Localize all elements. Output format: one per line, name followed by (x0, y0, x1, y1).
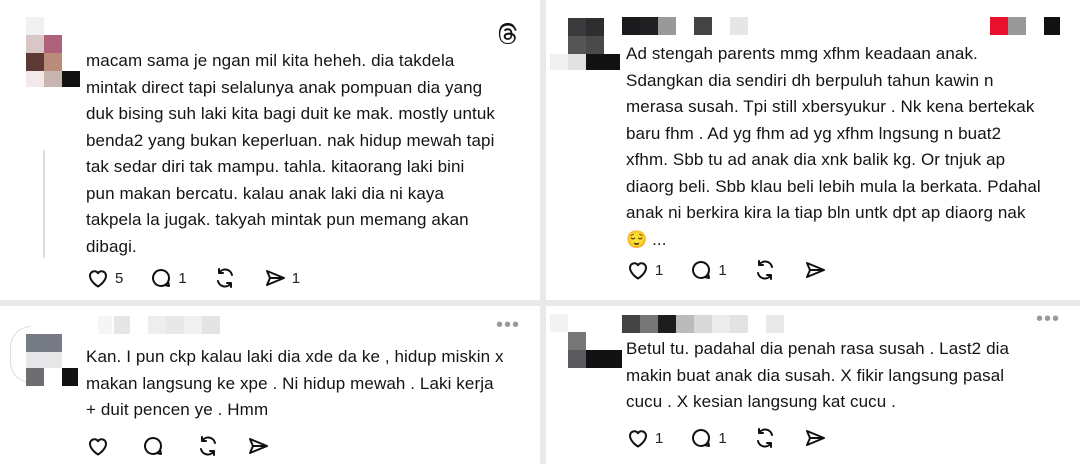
send-icon (265, 270, 285, 286)
like-count: 1 (655, 429, 664, 447)
reply-count: 1 (718, 429, 727, 447)
share-button[interactable] (246, 434, 275, 458)
action-bar: 1 1 (626, 426, 858, 450)
comment-icon (692, 429, 711, 447)
reply-button[interactable]: 1 (689, 426, 727, 450)
share-count: 1 (291, 269, 301, 287)
reply-count: 1 (718, 261, 727, 279)
heart-icon (629, 262, 647, 280)
like-button[interactable]: 5 (86, 266, 123, 290)
repost-button[interactable] (753, 258, 777, 282)
send-icon (249, 438, 268, 454)
pixelated-timestamp (990, 17, 1062, 35)
repost-icon (756, 260, 773, 280)
repost-button[interactable] (213, 266, 237, 290)
more-options-button[interactable]: ••• (1036, 308, 1060, 331)
threads-logo-icon[interactable] (496, 22, 520, 51)
heart-icon (89, 438, 107, 456)
username-pixelated[interactable] (622, 315, 792, 333)
like-button[interactable]: 1 (626, 426, 663, 450)
comment-card-2: ••• Kan. I pun ckp kalau laki dia xde da… (0, 306, 540, 464)
comment-card-4: ••• Betul tu. padahal dia penah rasa sus… (546, 306, 1080, 464)
repost-icon (216, 268, 233, 288)
username-pixelated[interactable] (622, 17, 752, 35)
repost-button[interactable] (196, 434, 220, 458)
like-count: 1 (655, 261, 664, 279)
comment-icon (692, 261, 711, 279)
thread-line (43, 150, 45, 258)
like-count: 5 (115, 269, 124, 287)
comment-text: macam sama je ngan mil kita heheh. dia t… (86, 51, 495, 256)
avatar-pixelated[interactable] (0, 306, 90, 396)
like-button[interactable] (86, 434, 115, 458)
comment-card-1: macam sama je ngan mil kita heheh. dia t… (0, 0, 540, 300)
comment-card-3: Ad stengah parents mmg xfhm keadaan anak… (546, 0, 1080, 300)
repost-button[interactable] (753, 426, 777, 450)
reply-button[interactable]: 1 (689, 258, 727, 282)
send-icon (805, 430, 825, 446)
comment-text: Betul tu. padahal dia penah rasa susah .… (626, 339, 1010, 411)
comment-text: Kan. I pun ckp kalau laki dia xde da ke … (86, 347, 504, 419)
repost-icon (200, 436, 216, 456)
username-pixelated[interactable] (98, 316, 228, 334)
heart-icon (629, 430, 647, 448)
comment-icon (144, 437, 162, 455)
reply-count: 1 (178, 269, 187, 287)
share-button[interactable] (803, 426, 832, 450)
comment-icon (152, 269, 171, 287)
like-button[interactable]: 1 (626, 258, 663, 282)
avatar-pixelated[interactable] (546, 306, 626, 386)
avatar-pixelated[interactable] (0, 0, 90, 95)
action-bar (86, 434, 301, 458)
reply-button[interactable]: 1 (149, 266, 187, 290)
share-button[interactable]: 1 (263, 266, 300, 290)
repost-icon (756, 428, 773, 448)
more-options-button[interactable]: ••• (496, 314, 520, 337)
avatar-pixelated[interactable] (546, 0, 626, 80)
action-bar: 5 1 1 (86, 266, 326, 290)
action-bar: 1 1 (626, 258, 858, 282)
heart-icon (89, 270, 107, 288)
reply-button[interactable] (141, 434, 170, 458)
send-icon (805, 262, 825, 278)
comment-text: Ad stengah parents mmg xfhm keadaan anak… (626, 44, 1041, 249)
share-button[interactable] (803, 258, 832, 282)
